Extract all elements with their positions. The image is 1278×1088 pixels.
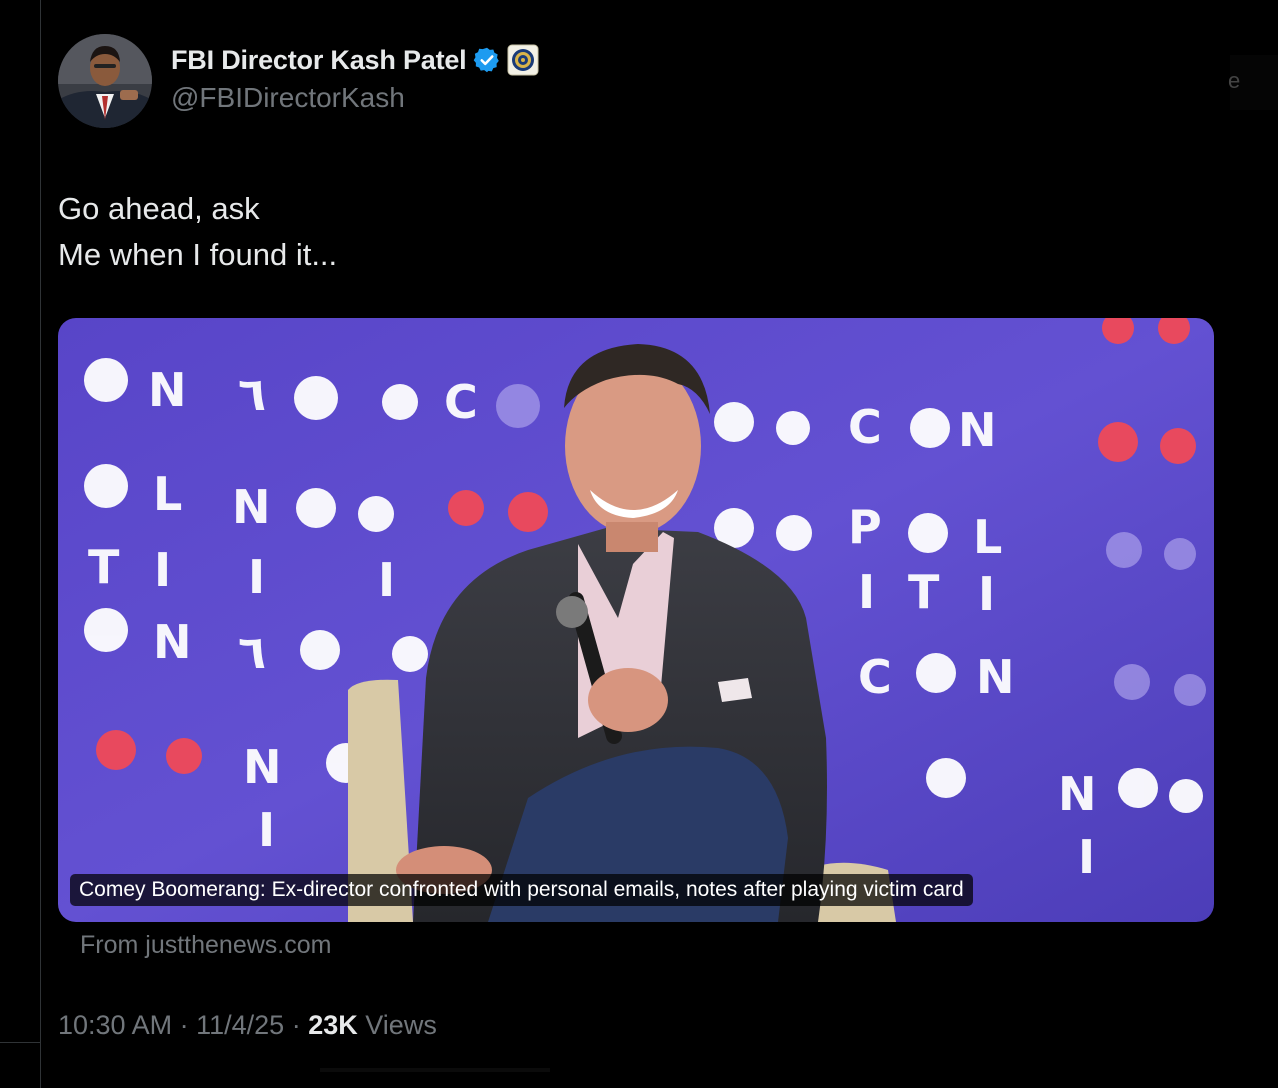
svg-text:I: I	[378, 553, 395, 607]
svg-text:N: N	[153, 615, 192, 669]
meta-separator: ·	[179, 1010, 189, 1040]
svg-text:N: N	[243, 740, 282, 794]
svg-text:L: L	[153, 467, 182, 521]
svg-text:I: I	[858, 565, 875, 619]
card-image: N٦ CCN LN TIII N٦ PL ITI CN NI NI	[58, 318, 1214, 922]
svg-text:N: N	[976, 650, 1015, 704]
svg-text:L: L	[973, 510, 1002, 564]
svg-text:T: T	[88, 540, 120, 594]
link-card[interactable]: N٦ CCN LN TIII N٦ PL ITI CN NI NI Comey …	[58, 318, 1214, 922]
svg-text:I: I	[248, 550, 265, 604]
svg-text:N: N	[232, 480, 271, 534]
author-display-name[interactable]: FBI Director Kash Patel	[171, 45, 467, 76]
tweet-line-1: Go ahead, ask	[58, 191, 260, 226]
tweet-time[interactable]: 10:30 AM	[58, 1010, 172, 1040]
tweet-text: Go ahead, ask Me when I found it...	[58, 186, 337, 278]
author-handle[interactable]: @FBIDirectorKash	[171, 82, 405, 114]
fbi-seal-icon[interactable]	[507, 44, 539, 76]
svg-text:I: I	[258, 803, 275, 857]
svg-text:P: P	[848, 500, 882, 554]
bottom-scroll-strip	[320, 1068, 550, 1072]
card-source[interactable]: From justthenews.com	[80, 931, 331, 960]
timeline-divider	[40, 0, 41, 1088]
divider-line	[0, 1042, 40, 1043]
svg-text:N: N	[1058, 767, 1097, 821]
svg-text:I: I	[154, 543, 171, 597]
tweet-meta: 10:30 AM · 11/4/25 · 23K Views	[58, 1010, 437, 1041]
meta-separator: ·	[291, 1010, 301, 1040]
edge-glyph: e	[1228, 68, 1241, 93]
svg-text:C: C	[444, 375, 478, 429]
tweet-date[interactable]: 11/4/25	[196, 1010, 284, 1040]
svg-text:N: N	[958, 403, 997, 457]
tweet-line-2: Me when I found it...	[58, 237, 338, 272]
svg-text:C: C	[858, 650, 892, 704]
views-label: Views	[365, 1010, 437, 1040]
svg-text:٦: ٦	[238, 625, 266, 679]
verified-badge-icon[interactable]	[473, 46, 501, 74]
svg-text:N: N	[148, 363, 187, 417]
author-name-row: FBI Director Kash Patel	[171, 44, 539, 76]
svg-text:I: I	[978, 567, 995, 621]
svg-text:C: C	[848, 400, 882, 454]
svg-text:٦: ٦	[238, 367, 266, 421]
views-count: 23K	[308, 1010, 358, 1040]
svg-text:I: I	[1078, 830, 1095, 884]
author-avatar[interactable]	[58, 34, 152, 128]
card-caption: Comey Boomerang: Ex-director confronted …	[70, 874, 973, 906]
svg-text:T: T	[908, 565, 940, 619]
